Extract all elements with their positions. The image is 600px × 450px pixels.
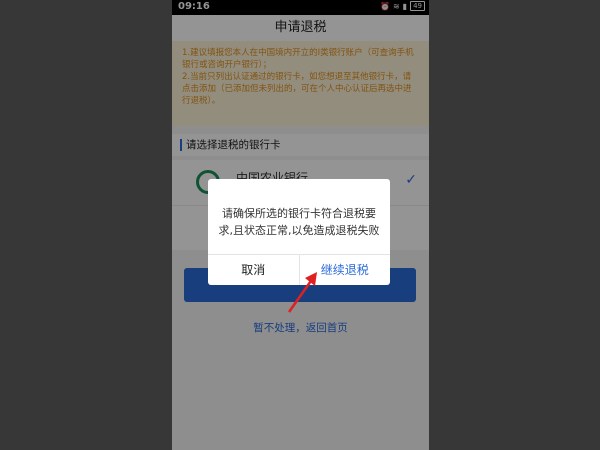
dialog-message: 请确保所选的银行卡符合退税要求,且状态正常,以免造成退税失败: [218, 207, 380, 237]
annotation-arrow-icon: [287, 272, 317, 313]
